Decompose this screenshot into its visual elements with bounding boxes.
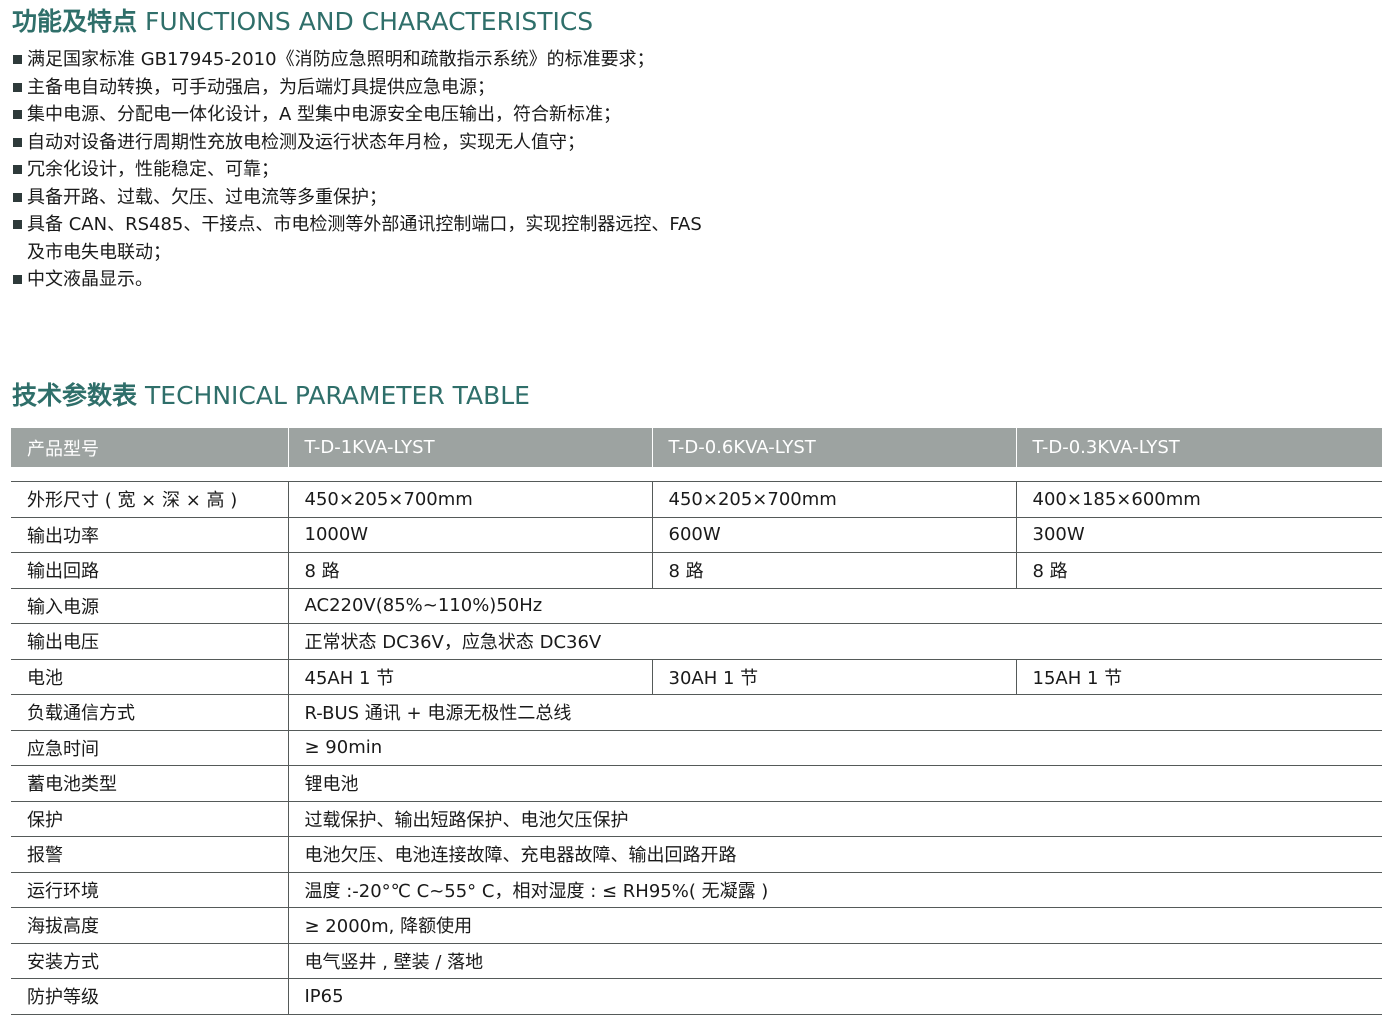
parameter-table: 产品型号 T-D-1KVA-LYST T-D-0.6KVA-LYST T-D-0… [11,428,1382,1015]
square-bullet-icon [13,192,22,202]
row-label: 保护 [11,801,288,837]
row-value: 8 路 [651,552,1016,589]
row-label: 安装方式 [11,943,288,979]
table-row: 电池 45AH 1 节 30AH 1 节 15AH 1 节 [11,659,1382,695]
row-label: 负载通信方式 [11,694,288,731]
feature-item: 满足国家标准 GB17945-2010《消防应急照明和疏散指示系统》的标准要求； [12,46,772,74]
row-label: 输入电源 [11,588,288,624]
header-model-0-6kva: T-D-0.6KVA-LYST [651,428,1016,467]
table-spacer [11,467,1382,482]
row-value: ≥ 2000m, 降额使用 [287,907,1382,944]
feature-text: 满足国家标准 GB17945-2010《消防应急照明和疏散指示系统》的标准要求； [27,49,655,70]
row-value: 1000W [287,517,652,553]
row-label: 防护等级 [11,978,288,1015]
header-model-0-3kva: T-D-0.3KVA-LYST [1015,428,1382,467]
row-value: 电气竖井 , 壁装 / 落地 [287,943,1382,979]
table-row: 输入电源 AC220V(85%~110%)50Hz [11,588,1382,624]
row-value: IP65 [287,978,1382,1015]
square-bullet-icon [13,220,22,229]
row-label: 运行环境 [11,872,288,908]
functions-title-cn: 功能及特点 [12,7,138,36]
feature-text: 中文液晶显示。 [27,269,153,290]
feature-text: 主备电自动转换，可手动强启，为后端灯具提供应急电源； [27,76,495,98]
params-section-title: 技术参数表 TECHNICAL PARAMETER TABLE [12,376,530,412]
feature-text: 冗余化设计，性能稳定、可靠； [27,159,279,180]
feature-item: 主备电自动转换，可手动强启，为后端灯具提供应急电源； [12,74,772,102]
row-label: 外形尺寸 ( 宽 × 深 × 高 ) [11,481,288,518]
params-title-cn: 技术参数表 [12,381,138,410]
square-bullet-icon [13,137,22,147]
table-row: 运行环境 温度 :-20°℃ C~55° C，相对湿度 : ≤ RH95%( 无凝… [11,872,1382,908]
table-spacer-cell [11,467,1382,482]
row-value: 8 路 [287,552,652,589]
row-value: ≥ 90min [287,730,1382,766]
table-row: 输出功率 1000W 600W 300W [11,517,1382,553]
row-value: 400×185×600mm [1015,481,1382,518]
square-bullet-icon [13,82,22,92]
table-row: 应急时间 ≥ 90min [11,730,1382,766]
row-label: 电池 [11,659,288,695]
header-model-1kva: T-D-1KVA-LYST [287,428,652,467]
functions-title-en: FUNCTIONS AND CHARACTERISTICS [145,7,594,36]
feature-item: 冗余化设计，性能稳定、可靠； [12,156,772,184]
row-value: 过载保护、输出短路保护、电池欠压保护 [287,801,1382,837]
table-row: 报警 电池欠压、电池连接故障、充电器故障、输出回路开路 [11,836,1382,873]
table-row: 蓄电池类型 锂电池 [11,765,1382,802]
row-value: 15AH 1 节 [1015,659,1382,695]
row-value: 电池欠压、电池连接故障、充电器故障、输出回路开路 [287,836,1382,873]
table-row: 输出回路 8 路8 路8 路 [11,552,1382,589]
row-value: 温度 :-20°℃ C~55° C，相对湿度 : ≤ RH95%( 无凝露 ) [287,872,1382,908]
row-label: 报警 [11,836,288,873]
square-bullet-icon [13,110,22,119]
row-label: 输出电压 [11,623,288,660]
row-value: 45AH 1 节 [287,659,652,695]
table-row: 防护等级 IP65 [11,978,1382,1015]
square-bullet-icon [13,165,22,174]
feature-list: 满足国家标准 GB17945-2010《消防应急照明和疏散指示系统》的标准要求；… [12,46,772,294]
table-row: 外形尺寸 ( 宽 × 深 × 高 ) 450×205×700mm 450×205×7… [11,481,1382,518]
table-row: 保护 过载保护、输出短路保护、电池欠压保护 [11,801,1382,837]
row-label: 应急时间 [11,730,288,766]
row-label: 输出回路 [11,552,288,589]
feature-text: 集中电源、分配电一体化设计，A 型集中电源安全电压输出，符合新标准； [27,104,622,125]
table-row: 安装方式 电气竖井 , 壁装 / 落地 [11,943,1382,979]
params-title-en: TECHNICAL PARAMETER TABLE [145,381,530,410]
feature-item: 自动对设备进行周期性充放电检测及运行状态年月检，实现无人值守； [12,129,772,157]
row-value: 30AH 1 节 [651,659,1016,695]
feature-text: 具备 CAN、RS485、干接点、市电检测等外部通讯控制端口，实现控制器远控、F… [27,214,702,263]
row-value: R-BUS 通讯 + 电源无极性二总线 [287,694,1382,731]
row-value: 450×205×700mm [287,481,652,518]
row-value: 正常状态 DC36V，应急状态 DC36V [287,623,1382,660]
square-bullet-icon [13,275,22,284]
feature-item: 集中电源、分配电一体化设计，A 型集中电源安全电压输出，符合新标准； [12,101,772,129]
table-row: 输出电压 正常状态 DC36V，应急状态 DC36V [11,623,1382,660]
feature-item: 中文液晶显示。 [12,266,772,294]
row-value: AC220V(85%~110%)50Hz [287,588,1382,624]
functions-section-title: 功能及特点 FUNCTIONS AND CHARACTERISTICS [12,2,593,38]
row-value: 450×205×700mm [651,481,1016,518]
feature-item: 具备开路、过载、欠压、过电流等多重保护； [12,184,772,212]
square-bullet-icon [13,55,22,64]
row-value: 锂电池 [287,765,1382,802]
feature-text: 具备开路、过载、欠压、过电流等多重保护； [27,186,387,208]
header-model-label: 产品型号 [11,428,288,467]
feature-text: 自动对设备进行周期性充放电检测及运行状态年月检，实现无人值守； [27,131,585,153]
table-header-row: 产品型号 T-D-1KVA-LYST T-D-0.6KVA-LYST T-D-0… [11,428,1382,467]
table-row: 海拔高度 ≥ 2000m, 降额使用 [11,907,1382,944]
row-value: 8 路 [1015,552,1382,589]
row-label: 蓄电池类型 [11,765,288,802]
table-row: 负载通信方式 R-BUS 通讯 + 电源无极性二总线 [11,694,1382,731]
feature-item: 具备 CAN、RS485、干接点、市电检测等外部通讯控制端口，实现控制器远控、F… [12,211,772,266]
row-label: 输出功率 [11,517,288,553]
parameter-table-body: 外形尺寸 ( 宽 × 深 × 高 ) 450×205×700mm 450×205×7… [11,467,1382,1015]
row-value: 300W [1015,517,1382,553]
row-value: 600W [651,517,1016,553]
row-label: 海拔高度 [11,907,288,944]
